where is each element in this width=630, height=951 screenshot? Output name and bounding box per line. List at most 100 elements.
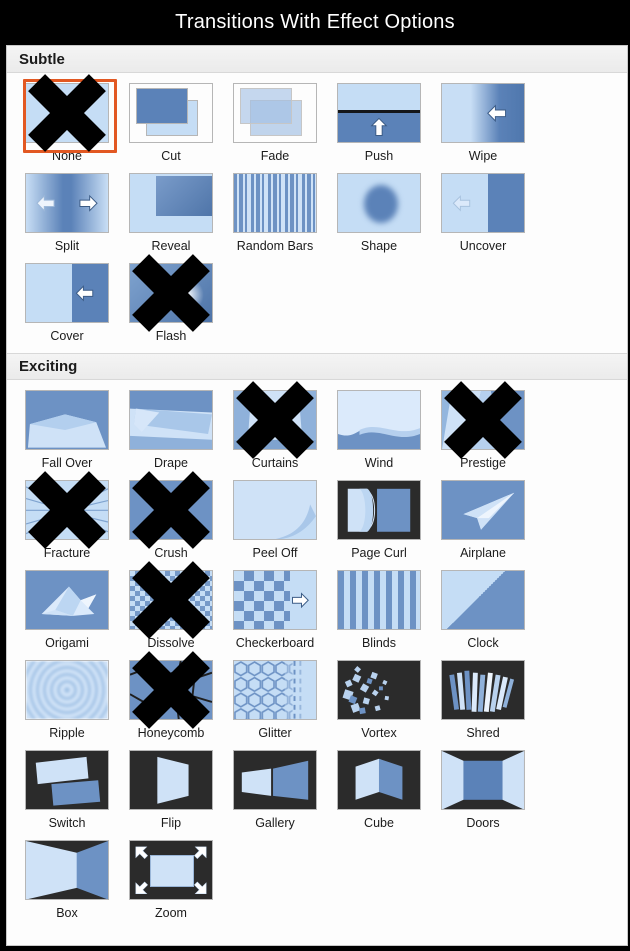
transition-item-honeycomb[interactable]: Honeycomb [119, 651, 223, 740]
flip-icon [129, 750, 213, 810]
zoom-icon [129, 840, 213, 900]
transition-thumbnail-wrapper [231, 478, 319, 542]
transition-thumbnail-wrapper [23, 658, 111, 722]
crush-icon [129, 480, 213, 540]
transition-thumbnail-wrapper [335, 171, 423, 235]
section-header-label: Exciting [19, 358, 78, 375]
transition-label: Wipe [468, 149, 498, 163]
transition-label: Zoom [155, 906, 187, 920]
fallover-icon [25, 390, 109, 450]
transition-item-push[interactable]: Push [327, 81, 431, 163]
randombars-icon [233, 173, 317, 233]
transition-thumbnail-wrapper [335, 748, 423, 812]
transition-item-shape[interactable]: Shape [327, 171, 431, 253]
box-icon [25, 840, 109, 900]
transition-item-prestige[interactable]: Prestige [431, 381, 535, 470]
transition-thumbnail-wrapper [439, 81, 527, 145]
section-header-label: Subtle [19, 50, 65, 68]
transition-item-cut[interactable]: Cut [119, 81, 223, 163]
transition-label: Glitter [258, 726, 292, 740]
cross-out-icon [22, 68, 112, 158]
window-titlebar: Transitions With Effect Options [0, 0, 630, 44]
transition-item-switch[interactable]: Switch [15, 748, 119, 830]
transition-item-randombars[interactable]: Random Bars [223, 171, 327, 253]
transition-item-shred[interactable]: Shred [431, 658, 535, 740]
transition-item-ripple[interactable]: Ripple [15, 658, 119, 740]
transition-item-fade[interactable]: Fade [223, 81, 327, 163]
honeycomb-icon [129, 660, 213, 720]
transition-item-fallover[interactable]: Fall Over [15, 388, 119, 470]
transition-label: Checkerboard [235, 636, 315, 650]
transition-item-box[interactable]: Box [15, 838, 119, 920]
transition-item-glitter[interactable]: Glitter [223, 658, 327, 740]
transition-thumbnail-wrapper [127, 651, 215, 729]
transition-item-gallery[interactable]: Gallery [223, 748, 327, 830]
bottom-edge-mask [0, 946, 630, 951]
transition-item-flip[interactable]: Flip [119, 748, 223, 830]
transition-item-crush[interactable]: Crush [119, 471, 223, 560]
transition-label: Blinds [361, 636, 397, 650]
transition-thumbnail-wrapper [439, 171, 527, 235]
transition-item-cover[interactable]: Cover [15, 261, 119, 343]
cover-icon [25, 263, 109, 323]
transition-label: Fall Over [41, 456, 93, 470]
transition-label: Shred [466, 726, 500, 740]
transition-item-cube[interactable]: Cube [327, 748, 431, 830]
transition-thumbnail-wrapper [23, 568, 111, 632]
transition-label: Crush [154, 546, 188, 560]
transition-thumbnail-wrapper [231, 81, 319, 145]
transition-item-peeloff[interactable]: Peel Off [223, 478, 327, 560]
transition-label: Page Curl [351, 546, 407, 560]
transition-item-flash[interactable]: Flash [119, 254, 223, 343]
transitions-gallery-window: Transitions With Effect Options Subtle No… [0, 0, 630, 951]
transition-item-checkerboard[interactable]: Checkerboard [223, 568, 327, 650]
transition-item-drape[interactable]: Drape [119, 388, 223, 470]
transition-label: Airplane [460, 546, 506, 560]
transition-item-zoom[interactable]: Zoom [119, 838, 223, 920]
transition-item-fracture[interactable]: Fracture [15, 471, 119, 560]
transition-item-reveal[interactable]: Reveal [119, 171, 223, 253]
transition-item-airplane[interactable]: Airplane [431, 478, 535, 560]
shred-icon [441, 660, 525, 720]
transition-thumbnail-wrapper [23, 748, 111, 812]
dissolve-icon [129, 570, 213, 630]
doors-icon [441, 750, 525, 810]
transition-item-origami[interactable]: Origami [15, 568, 119, 650]
fracture-icon [25, 480, 109, 540]
transition-thumbnail-wrapper [127, 471, 215, 549]
transition-item-split[interactable]: Split [15, 171, 119, 253]
transition-item-clock[interactable]: Clock [431, 568, 535, 650]
transition-label: Clock [467, 636, 499, 650]
left-edge-mask [0, 45, 6, 946]
transition-label: Ripple [49, 726, 85, 740]
transition-item-none[interactable]: None [15, 74, 119, 163]
transition-item-pagecurl[interactable]: Page Curl [327, 478, 431, 560]
transition-thumbnail-wrapper [231, 748, 319, 812]
cut-icon [129, 83, 213, 143]
transition-thumbnail-wrapper [335, 568, 423, 632]
transition-item-wipe[interactable]: Wipe [431, 81, 535, 163]
transition-thumbnail-wrapper [231, 658, 319, 722]
blinds-icon [337, 570, 421, 630]
vortex-icon [337, 660, 421, 720]
flash-icon [129, 263, 213, 323]
transition-label: Prestige [460, 456, 506, 470]
transition-item-vortex[interactable]: Vortex [327, 658, 431, 740]
transition-item-doors[interactable]: Doors [431, 748, 535, 830]
push-icon [337, 83, 421, 143]
cube-icon [337, 750, 421, 810]
transition-thumbnail-wrapper [335, 388, 423, 452]
transitions-gallery-panel[interactable]: Subtle None Cut Fade Push Wipe Split Reveal Rand… [6, 45, 628, 946]
transition-item-dissolve[interactable]: Dissolve [119, 561, 223, 650]
transition-item-blinds[interactable]: Blinds [327, 568, 431, 650]
transition-thumbnail-wrapper [231, 171, 319, 235]
transition-label: Drape [153, 456, 189, 470]
transition-item-wind[interactable]: Wind [327, 388, 431, 470]
transition-thumbnail-wrapper [127, 838, 215, 902]
transition-item-uncover[interactable]: Uncover [431, 171, 535, 253]
origami-icon [25, 570, 109, 630]
transition-label: Origami [45, 636, 89, 650]
transition-item-curtains[interactable]: Curtains [223, 381, 327, 470]
transition-thumbnail-wrapper [439, 478, 527, 542]
transition-label: Uncover [459, 239, 507, 253]
